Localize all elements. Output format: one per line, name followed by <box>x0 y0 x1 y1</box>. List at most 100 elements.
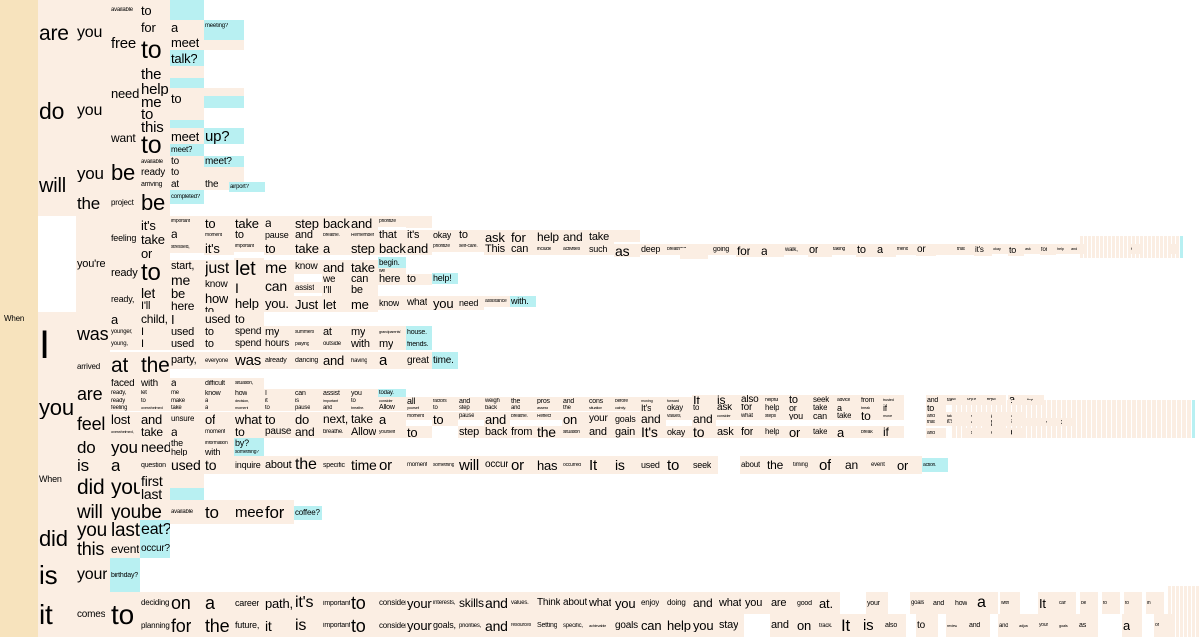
token-cell[interactable]: to <box>1124 592 1142 614</box>
micro-token-cell[interactable] <box>1152 236 1155 258</box>
token-cell[interactable]: talk? <box>170 50 204 66</box>
micro-token-cell[interactable] <box>1160 236 1163 258</box>
token-cell[interactable] <box>204 167 244 179</box>
token-cell[interactable]: to <box>432 412 458 426</box>
micro-token-cell[interactable] <box>1167 400 1171 438</box>
token-cell[interactable]: and <box>406 241 432 255</box>
token-cell[interactable]: assist <box>294 282 322 293</box>
token-cell[interactable]: comes <box>76 592 110 637</box>
micro-token-cell[interactable] <box>1147 400 1151 438</box>
token-cell[interactable]: or <box>378 456 406 474</box>
micro-token-cell[interactable] <box>1032 400 1036 438</box>
token-cell[interactable]: be <box>170 287 204 300</box>
token-cell[interactable]: breathe. <box>510 412 536 420</box>
token-cell[interactable] <box>406 216 432 228</box>
token-cell[interactable] <box>204 40 244 50</box>
token-cell[interactable]: overwhelmed <box>140 404 170 411</box>
token-cell[interactable]: to <box>666 456 692 474</box>
micro-token-cell[interactable] <box>1117 400 1121 438</box>
token-cell[interactable]: first <box>140 474 170 488</box>
token-cell[interactable]: can <box>264 278 294 294</box>
token-cell[interactable]: can <box>294 389 322 397</box>
token-cell[interactable]: the <box>294 456 322 474</box>
token-cell[interactable]: something? <box>234 448 264 456</box>
token-cell[interactable]: free <box>110 20 140 66</box>
token-cell[interactable]: meet? <box>204 156 244 167</box>
token-cell[interactable]: on <box>562 412 588 426</box>
token-cell[interactable]: on <box>170 592 204 614</box>
token-cell[interactable]: and <box>640 412 666 426</box>
micro-token-cell[interactable] <box>1017 400 1021 438</box>
micro-token-cell[interactable] <box>1157 400 1161 438</box>
micro-token-cell[interactable] <box>1182 400 1186 438</box>
token-cell[interactable]: to <box>350 592 378 614</box>
token-cell[interactable]: at. <box>818 592 840 614</box>
micro-token-cell[interactable] <box>1007 400 1011 438</box>
token-cell[interactable]: pause <box>264 426 294 438</box>
token-cell[interactable]: taking <box>832 244 856 255</box>
token-cell[interactable]: review <box>946 614 968 637</box>
token-cell[interactable]: project <box>110 190 140 216</box>
token-cell[interactable]: and <box>294 426 322 438</box>
token-cell[interactable]: can <box>640 614 666 637</box>
token-cell[interactable]: of <box>204 412 234 426</box>
token-cell[interactable]: goals <box>1058 614 1078 637</box>
token-cell[interactable]: decision, <box>234 397 264 404</box>
token-cell[interactable]: did <box>38 520 76 558</box>
micro-token-cell[interactable] <box>1047 400 1051 438</box>
token-cell[interactable]: used <box>170 338 204 350</box>
token-cell[interactable]: seek <box>692 456 718 474</box>
token-cell[interactable]: breathe. <box>350 404 378 411</box>
token-cell[interactable]: lost <box>110 412 140 426</box>
token-cell[interactable]: for <box>170 614 204 637</box>
token-cell[interactable]: you <box>110 438 140 456</box>
token-cell[interactable]: ask <box>716 426 740 438</box>
token-cell[interactable]: you <box>432 296 458 310</box>
token-cell[interactable]: path, <box>264 592 294 614</box>
token-cell[interactable]: priorities, <box>458 614 484 637</box>
micro-token-cell[interactable] <box>1122 400 1126 438</box>
token-cell[interactable]: yourself <box>406 404 432 411</box>
token-cell[interactable]: will <box>38 156 76 216</box>
token-cell[interactable]: a <box>204 592 234 614</box>
token-cell[interactable]: to <box>926 404 946 412</box>
token-cell[interactable]: or <box>1154 614 1174 637</box>
token-cell[interactable]: an <box>844 456 870 474</box>
token-cell[interactable]: to <box>234 230 264 241</box>
token-cell[interactable]: important <box>322 397 350 404</box>
token-cell[interactable]: arrived <box>76 356 110 378</box>
token-cell[interactable]: assistance <box>484 296 510 307</box>
micro-token-cell[interactable] <box>1176 236 1179 258</box>
token-cell[interactable]: and <box>510 404 536 411</box>
token-cell[interactable]: already <box>264 352 294 369</box>
token-cell[interactable]: to <box>204 500 234 524</box>
token-cell[interactable]: goals <box>614 614 640 637</box>
token-cell[interactable]: take <box>140 426 170 438</box>
token-cell[interactable]: deciding <box>140 592 170 614</box>
token-cell[interactable]: your <box>406 592 432 614</box>
micro-token-cell[interactable] <box>1132 400 1136 438</box>
token-cell[interactable]: begin. <box>378 257 406 268</box>
micro-token-cell[interactable] <box>1104 236 1107 258</box>
token-cell[interactable]: help <box>234 295 264 312</box>
token-cell[interactable]: it <box>38 592 76 637</box>
token-cell[interactable]: for <box>510 230 536 244</box>
token-cell[interactable]: step <box>294 216 322 230</box>
token-cell[interactable]: event <box>110 540 140 558</box>
micro-token-cell[interactable] <box>1152 400 1156 438</box>
token-cell[interactable]: you <box>692 614 718 637</box>
token-cell[interactable]: hours <box>264 338 294 350</box>
token-cell[interactable]: used <box>170 326 204 338</box>
token-cell[interactable]: with <box>204 448 234 456</box>
micro-token-cell[interactable] <box>1148 236 1151 258</box>
micro-token-cell[interactable] <box>1162 400 1166 438</box>
token-cell[interactable]: meet? <box>170 144 204 156</box>
token-cell[interactable]: used <box>204 312 234 326</box>
micro-token-cell[interactable] <box>1022 400 1026 438</box>
token-cell[interactable]: be <box>110 156 140 190</box>
token-cell[interactable]: great <box>406 352 432 369</box>
micro-token-cell[interactable] <box>1132 236 1135 258</box>
token-cell[interactable]: and <box>484 592 510 614</box>
token-cell[interactable]: in <box>1146 592 1164 614</box>
token-cell[interactable]: summers <box>294 326 322 338</box>
